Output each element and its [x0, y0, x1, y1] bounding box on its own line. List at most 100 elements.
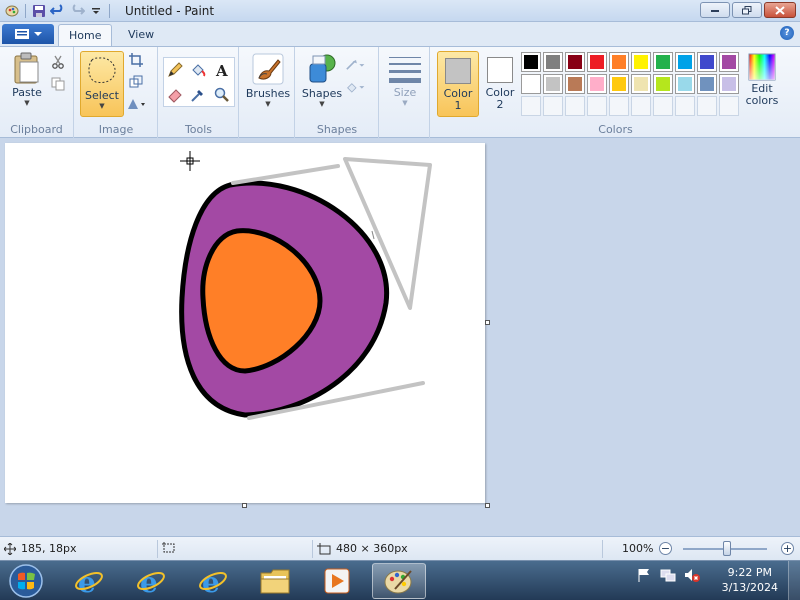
palette-color-swatch[interactable]	[521, 52, 541, 72]
redo-icon[interactable]	[69, 3, 85, 19]
palette-custom-slot[interactable]	[565, 96, 585, 116]
palette-color-swatch[interactable]	[653, 74, 673, 94]
taskbar: e e e 9:22 PM 3/13/2024	[0, 560, 800, 600]
palette-custom-slot[interactable]	[631, 96, 651, 116]
palette-custom-slot[interactable]	[697, 96, 717, 116]
palette-custom-slot[interactable]	[521, 96, 541, 116]
color-picker-icon[interactable]	[188, 85, 208, 105]
zoom-out-button[interactable]: −	[659, 542, 672, 555]
taskbar-explorer[interactable]	[248, 563, 302, 599]
pencil-icon[interactable]	[165, 60, 185, 80]
crop-icon[interactable]	[126, 50, 146, 70]
palette-color-swatch[interactable]	[697, 74, 717, 94]
show-desktop-button[interactable]	[788, 561, 800, 600]
chevron-down-icon: ▼	[402, 99, 408, 107]
resize-handle-right[interactable]	[485, 320, 490, 325]
internet-explorer-icon: e	[75, 566, 103, 596]
outline-icon[interactable]	[346, 55, 366, 75]
eraser-icon[interactable]	[165, 85, 185, 105]
windows-logo-icon	[9, 564, 43, 598]
fill-icon[interactable]	[188, 60, 208, 80]
palette-color-swatch[interactable]	[653, 52, 673, 72]
resize-handle-corner[interactable]	[485, 503, 490, 508]
rotate-icon[interactable]	[126, 94, 146, 114]
palette-color-swatch[interactable]	[719, 74, 739, 94]
tab-home[interactable]: Home	[58, 24, 113, 46]
magnifier-icon[interactable]	[212, 85, 232, 105]
close-icon	[775, 5, 785, 15]
size-button[interactable]: Size ▼	[387, 53, 423, 107]
taskbar-ie-3[interactable]: e	[186, 563, 240, 599]
close-button[interactable]	[764, 2, 796, 18]
palette-custom-slot[interactable]	[543, 96, 563, 116]
color-palette	[521, 52, 739, 116]
palette-custom-slot[interactable]	[675, 96, 695, 116]
clock-time: 9:22 PM	[727, 566, 772, 579]
palette-custom-slot[interactable]	[587, 96, 607, 116]
color2-button[interactable]: Color 2	[479, 51, 521, 117]
palette-color-swatch[interactable]	[543, 74, 563, 94]
palette-custom-slot[interactable]	[719, 96, 739, 116]
shapes-button[interactable]: Shapes ▼	[300, 52, 344, 108]
resize-handle-bottom[interactable]	[242, 503, 247, 508]
palette-color-swatch[interactable]	[609, 74, 629, 94]
palette-color-swatch[interactable]	[631, 52, 651, 72]
copy-icon[interactable]	[48, 74, 68, 94]
volume-muted-icon[interactable]	[684, 567, 700, 583]
select-button[interactable]: Select ▼	[80, 51, 124, 117]
save-icon[interactable]	[31, 3, 47, 19]
start-button[interactable]	[4, 562, 48, 600]
drawing-canvas[interactable]	[5, 143, 485, 503]
palette-color-swatch[interactable]	[587, 52, 607, 72]
ribbon-tabs: Home View ?	[0, 22, 800, 46]
clipboard-group-label: Clipboard	[10, 123, 63, 136]
palette-color-swatch[interactable]	[521, 74, 541, 94]
help-icon[interactable]: ?	[780, 26, 794, 40]
taskbar-paint[interactable]	[372, 563, 426, 599]
cut-icon[interactable]	[48, 52, 68, 72]
color1-button[interactable]: Color 1	[437, 51, 479, 117]
brushes-button[interactable]: Brushes ▼	[244, 52, 292, 108]
internet-explorer-icon: e	[137, 566, 165, 596]
paint-app-icon[interactable]	[4, 3, 20, 19]
edit-colors-button[interactable]: Edit colors	[742, 53, 782, 107]
action-center-flag-icon[interactable]	[636, 567, 652, 583]
paste-button[interactable]: Paste ▼	[8, 51, 46, 107]
palette-color-fill	[634, 77, 648, 91]
resize-icon[interactable]	[126, 72, 146, 92]
palette-color-swatch[interactable]	[609, 52, 629, 72]
minimize-button[interactable]	[700, 2, 730, 18]
restore-button[interactable]	[732, 2, 762, 18]
canvas-drawing	[179, 151, 432, 420]
customize-toolbar-icon[interactable]	[88, 3, 104, 19]
palette-color-swatch[interactable]	[543, 52, 563, 72]
palette-color-fill	[678, 55, 692, 69]
move-cursor-icon	[4, 542, 16, 555]
taskbar-ie-2[interactable]: e	[124, 563, 178, 599]
taskbar-media-player[interactable]	[310, 563, 364, 599]
palette-color-swatch[interactable]	[697, 52, 717, 72]
palette-color-swatch[interactable]	[565, 52, 585, 72]
palette-color-swatch[interactable]	[719, 52, 739, 72]
undo-icon[interactable]	[50, 3, 66, 19]
palette-color-swatch[interactable]	[675, 52, 695, 72]
clock[interactable]: 9:22 PM 3/13/2024	[722, 565, 778, 595]
network-icon[interactable]	[660, 567, 676, 583]
selection-size	[162, 542, 176, 554]
zoom-slider-thumb[interactable]	[723, 541, 731, 556]
palette-color-swatch[interactable]	[565, 74, 585, 94]
palette-color-swatch[interactable]	[675, 74, 695, 94]
text-icon[interactable]: A	[212, 60, 232, 80]
palette-color-swatch[interactable]	[587, 74, 607, 94]
fill-shape-icon[interactable]	[346, 77, 366, 97]
palette-color-swatch[interactable]	[631, 74, 651, 94]
zoom-in-button[interactable]: +	[781, 542, 794, 555]
palette-custom-slot[interactable]	[653, 96, 673, 116]
palette-color-fill	[546, 55, 560, 69]
paint-menu-button[interactable]	[2, 24, 54, 44]
palette-custom-slot[interactable]	[609, 96, 629, 116]
taskbar-ie-1[interactable]: e	[62, 563, 116, 599]
separator	[312, 540, 313, 558]
palette-color-fill	[700, 55, 714, 69]
tab-view[interactable]: View	[118, 24, 164, 46]
